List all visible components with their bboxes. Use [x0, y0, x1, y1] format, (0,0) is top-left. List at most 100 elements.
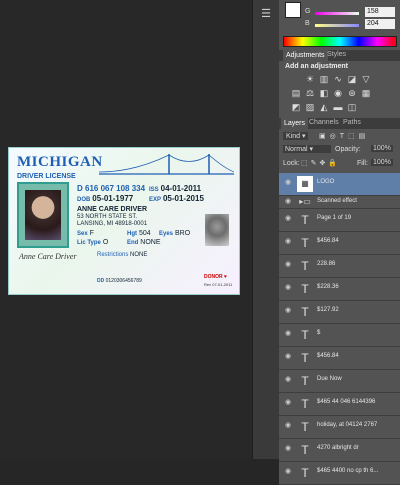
layer-name: Scanned effect: [317, 198, 357, 204]
end-value: NONE: [140, 239, 161, 246]
text-layer-icon: T: [301, 259, 309, 273]
layer-name: Due Now: [317, 376, 342, 382]
layer-row[interactable]: ◉ T 228.86: [279, 255, 400, 278]
eye-icon[interactable]: ◉: [285, 307, 294, 314]
iss-value: 04-01-2011: [160, 184, 202, 193]
tab-channels[interactable]: Channels: [309, 119, 339, 126]
gradient-map-icon[interactable]: ▬: [333, 102, 343, 112]
eye-icon[interactable]: ◉: [285, 422, 294, 429]
add-adjustment-title: Add an adjustment: [285, 63, 349, 70]
threshold-icon[interactable]: ◭: [319, 102, 329, 112]
eye-icon[interactable]: ◉: [285, 330, 294, 337]
hue-saturation-icon[interactable]: ▤: [291, 88, 301, 98]
b-slider-row[interactable]: B 204: [305, 19, 397, 31]
layer-name: 4270 albright dr: [317, 445, 359, 451]
layer-row[interactable]: ◉ T $127.92: [279, 301, 400, 324]
color-spectrum[interactable]: [283, 36, 397, 47]
eye-icon[interactable]: ◉: [285, 445, 294, 452]
layer-row[interactable]: ◉ ▦ LOGO: [279, 173, 400, 196]
exp-value: 05-01-2015: [162, 194, 204, 203]
levels-icon[interactable]: ▥: [319, 74, 329, 84]
eye-icon[interactable]: ◉: [285, 376, 294, 383]
sex-value: F: [89, 230, 94, 237]
eye-icon[interactable]: ◉: [285, 468, 294, 475]
eye-icon[interactable]: ◉: [285, 215, 294, 222]
signature: Anne Care Driver: [19, 252, 77, 261]
b-slider[interactable]: [315, 24, 359, 27]
iss-label: ISS: [149, 187, 159, 193]
b-value[interactable]: 204: [365, 19, 395, 29]
donor-label: DONOR ♥: [204, 274, 227, 280]
driver-license-card[interactable]: MICHIGAN DRIVER LICENSE D 616 067 108 33…: [8, 147, 240, 295]
layer-row[interactable]: ◉ T $465 4400 no cp th 6...: [279, 462, 400, 485]
exp-label: EXP: [149, 197, 162, 203]
tab-adjustments[interactable]: Adjustments: [283, 50, 328, 61]
address-line2: LANSING, MI 48918-0001: [77, 221, 148, 227]
eye-icon[interactable]: ◉: [285, 353, 294, 360]
adjustments-tabbar: Adjustments Styles: [279, 50, 400, 61]
blend-mode-select[interactable]: Normal ▾: [283, 145, 331, 153]
eye-icon[interactable]: ◉: [285, 198, 294, 205]
layer-row[interactable]: ◉ T $456.84: [279, 232, 400, 255]
right-panels: G 158 B 204 Adjustments Styles Add an ad…: [279, 0, 400, 485]
layer-row[interactable]: ◉ ▸▭ Scanned effect: [279, 196, 400, 209]
layer-row[interactable]: ◉ T $456.84: [279, 347, 400, 370]
history-icon[interactable]: ☰: [258, 6, 274, 22]
layer-row[interactable]: ◉ T holiday, at 04124 2767: [279, 416, 400, 439]
tab-paths[interactable]: Paths: [343, 119, 361, 126]
layer-row[interactable]: ◉ T Due Now: [279, 370, 400, 393]
bridge-graphic: [99, 154, 234, 175]
layer-row[interactable]: ◉ T $: [279, 324, 400, 347]
eye-icon[interactable]: ◉: [285, 179, 294, 186]
eye-icon[interactable]: ◉: [285, 399, 294, 406]
channel-mixer-icon[interactable]: ⊛: [347, 88, 357, 98]
filter-row: Kind ▾ ▣◎T⬚▤: [279, 131, 400, 142]
end-label: End: [127, 240, 139, 246]
panel-tool-strip: ☰: [252, 0, 280, 459]
photo-filter-icon[interactable]: ◉: [333, 88, 343, 98]
layer-row[interactable]: ◉ T $465 44 046 6144396: [279, 393, 400, 416]
filter-icons[interactable]: ▣◎T⬚▤: [319, 132, 369, 140]
black-white-icon[interactable]: ◧: [319, 88, 329, 98]
fill-input[interactable]: 100%: [371, 159, 393, 166]
eye-icon[interactable]: ◉: [285, 284, 294, 291]
text-layer-icon: T: [301, 351, 309, 365]
dd-label: DD: [97, 278, 105, 284]
layer-name: $: [317, 330, 321, 336]
opacity-input[interactable]: 100%: [371, 145, 393, 152]
lock-icons[interactable]: ⬚✎✥🔒: [301, 159, 340, 167]
exposure-icon[interactable]: ◪: [347, 74, 357, 84]
tab-layers[interactable]: Layers: [281, 118, 309, 129]
layer-row[interactable]: ◉ T $228.36: [279, 278, 400, 301]
license-type-label: DRIVER LICENSE: [17, 173, 76, 180]
g-value[interactable]: 158: [365, 7, 395, 17]
text-layer-icon: T: [301, 213, 309, 227]
text-layer-icon: T: [301, 466, 309, 480]
layer-row[interactable]: ◉ T Page 1 of 19: [279, 209, 400, 232]
restrictions-label: Restrictions: [97, 252, 129, 258]
vibrance-icon[interactable]: ▽: [361, 74, 371, 84]
tab-styles[interactable]: Styles: [327, 51, 346, 58]
g-slider[interactable]: [315, 12, 359, 15]
layer-name: holiday, at 04124 2767: [317, 422, 378, 428]
document-canvas[interactable]: MICHIGAN DRIVER LICENSE D 616 067 108 33…: [0, 0, 252, 459]
layer-name: Page 1 of 19: [317, 215, 352, 221]
layers-panel: Layers Channels Paths Kind ▾ ▣◎T⬚▤ Norma…: [279, 118, 400, 485]
eye-icon[interactable]: ◉: [285, 238, 294, 245]
brightness-icon[interactable]: ☀: [305, 74, 315, 84]
foreground-color-swatch[interactable]: [285, 2, 301, 18]
color-lookup-icon[interactable]: ▦: [361, 88, 371, 98]
eyes-label: Eyes: [159, 231, 174, 237]
color-balance-icon[interactable]: ⚖: [305, 88, 315, 98]
g-slider-row[interactable]: G 158: [305, 7, 397, 19]
invert-icon[interactable]: ◩: [291, 102, 301, 112]
posterize-icon[interactable]: ▨: [305, 102, 315, 112]
selective-color-icon[interactable]: ◫: [347, 102, 357, 112]
fill-label: Fill:: [357, 160, 368, 167]
eye-icon[interactable]: ◉: [285, 261, 294, 268]
curves-icon[interactable]: ∿: [333, 74, 343, 84]
ghost-photo: [205, 214, 229, 246]
kind-filter-select[interactable]: Kind ▾: [283, 132, 309, 140]
folder-icon: ▸▭: [299, 197, 311, 206]
text-layer-icon: T: [301, 328, 309, 342]
